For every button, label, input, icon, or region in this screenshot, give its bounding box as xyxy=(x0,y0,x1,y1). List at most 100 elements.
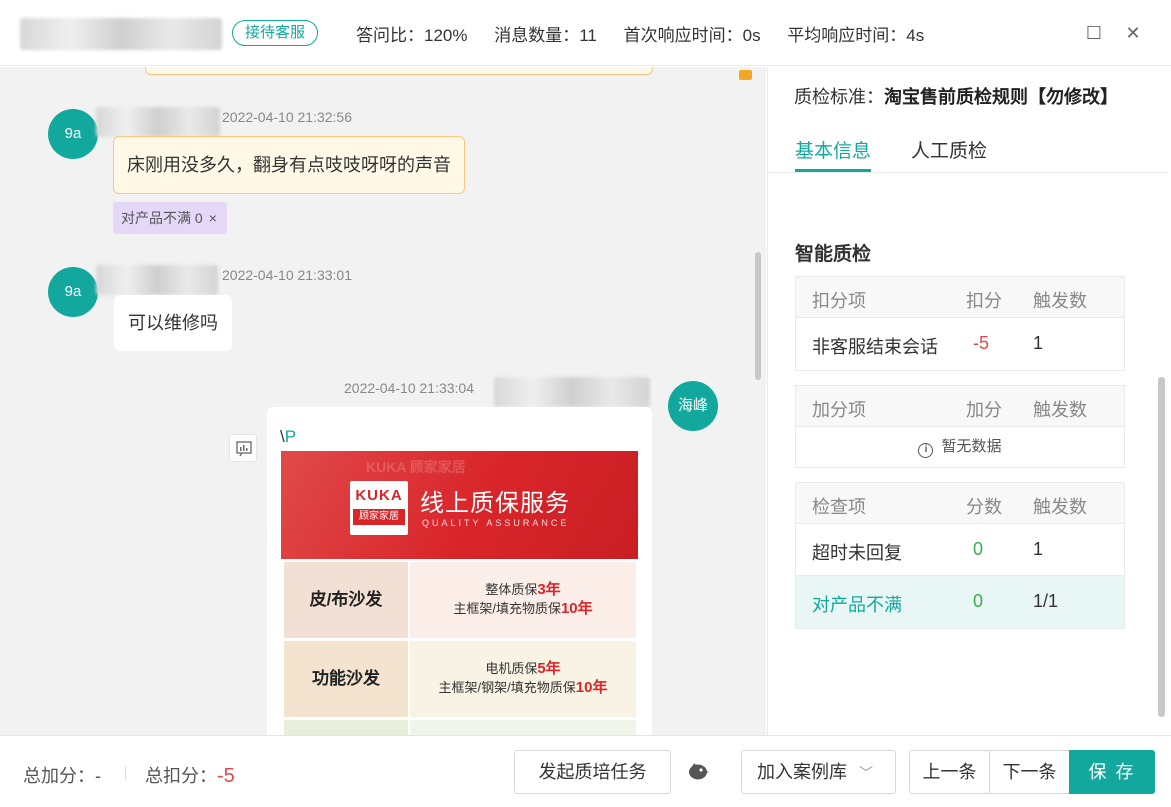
standard-value: 淘宝售前质检规则【勿修改】 xyxy=(884,87,1118,107)
total-add-label: 总加分： xyxy=(23,766,95,786)
promo-line2-prefix: 主框架/钢架/填充物质保 xyxy=(438,680,576,695)
promo-row: 皮/布沙发 整体质保3年 主框架/填充物质保10年 xyxy=(281,562,638,640)
item-score: -5 xyxy=(973,333,990,353)
header-cell: 扣分 xyxy=(966,291,1002,311)
save-button[interactable]: 保 存 xyxy=(1069,750,1155,794)
promo-title: 线上质保服务 xyxy=(420,490,570,517)
promo-description-partial xyxy=(410,720,636,735)
customer-nickname-redacted xyxy=(96,265,218,295)
message-timestamp: 2022-04-10 21:33:01 xyxy=(222,267,352,283)
session-stats: 答问比：120% 消息数量：11 首次响应时间：0s 平均响应时间：4s xyxy=(356,21,946,46)
message-timestamp: 2022-04-10 21:33:04 xyxy=(344,380,474,396)
item-trigger-count: 1 xyxy=(1033,333,1044,353)
customer-message-bubble: 床刚用没多久，翻身有点吱吱呀呀的声音 xyxy=(113,136,465,194)
promo-line1-prefix: 电机质保 xyxy=(485,661,538,676)
customer-nickname-redacted xyxy=(96,107,220,137)
agent-avatar: 海峰 xyxy=(668,381,718,431)
promo-line2-prefix: 主框架/填充物质保 xyxy=(453,601,561,616)
table-row[interactable]: 非客服结束会话 -5 1 xyxy=(796,318,1124,370)
chat-area[interactable]: 9a 2022-04-10 21:32:56 床刚用没多久，翻身有点吱吱呀呀的声… xyxy=(0,67,766,735)
bird-icon[interactable] xyxy=(687,761,709,781)
logo-top-text: KUKA xyxy=(355,487,403,504)
item-name: 非客服结束会话 xyxy=(812,337,938,357)
promo-line1-value: 3年 xyxy=(537,581,561,598)
message-timestamp: 2022-04-10 21:32:56 xyxy=(222,109,352,125)
promo-line1-value: 5年 xyxy=(537,660,561,677)
standard-label: 质检标准： xyxy=(794,87,884,107)
promo-category-partial xyxy=(284,720,408,735)
promo-row: 功能沙发 电机质保5年 主框架/钢架/填充物质保10年 xyxy=(281,641,638,719)
agent-message-text: \P xyxy=(280,427,296,447)
header-cell: 检查项 xyxy=(812,497,866,517)
stat-answer-ratio: 答问比：120% xyxy=(356,26,468,45)
promo-description: 整体质保3年 主框架/填充物质保10年 xyxy=(410,562,636,638)
table-header: 加分项 加分 触发数 xyxy=(796,386,1124,427)
status-badge: 接待客服 xyxy=(232,20,319,46)
footer-divider xyxy=(125,766,126,780)
tab-manual-inspection[interactable]: 人工质检 xyxy=(911,136,987,163)
item-name: 超时未回复 xyxy=(812,543,902,563)
agent-nickname-redacted xyxy=(494,377,650,407)
customer-avatar: 9a xyxy=(48,109,98,159)
close-icon[interactable]: ✕ xyxy=(1122,22,1144,44)
tab-basic-info[interactable]: 基本信息 xyxy=(795,136,871,163)
total-deduct-label: 总扣分： xyxy=(145,766,217,786)
item-trigger-count: 1/1 xyxy=(1033,591,1059,611)
header-cell: 扣分项 xyxy=(812,291,866,311)
quality-standard: 质检标准：淘宝售前质检规则【勿修改】 xyxy=(794,83,1118,109)
total-deduct: 总扣分：-5 xyxy=(145,762,235,788)
header-cell: 触发数 xyxy=(1033,400,1087,420)
message-p: P xyxy=(284,427,297,446)
message-stats-icon[interactable] xyxy=(229,434,257,462)
promo-category: 功能沙发 xyxy=(284,641,408,717)
quality-panel: 质检标准：淘宝售前质检规则【勿修改】 基本信息 人工质检 智能质检 扣分项 扣分… xyxy=(767,67,1171,735)
table-row-selected[interactable]: 对产品不满 0 1/1 xyxy=(796,576,1124,628)
header-cell: 分数 xyxy=(966,497,1002,517)
header-cell: 触发数 xyxy=(1033,291,1087,311)
active-tab-indicator xyxy=(795,169,871,172)
warranty-promo-image[interactable]: KUKA 顾家家居 KUKA 顾家家居 线上质保服务 QUALITY ASSUR… xyxy=(281,451,638,735)
empty-state: i 暂无数据 xyxy=(796,427,1124,467)
promo-banner: KUKA 顾家家居 KUKA 顾家家居 线上质保服务 QUALITY ASSUR… xyxy=(281,451,638,559)
quality-tag: 对产品不满 0 × xyxy=(113,202,227,234)
table-header: 扣分项 扣分 触发数 xyxy=(796,277,1124,318)
kuka-logo: KUKA 顾家家居 xyxy=(350,481,408,535)
customer-avatar: 9a xyxy=(48,267,98,317)
table-header: 检查项 分数 触发数 xyxy=(796,483,1124,524)
logo-bottom-text: 顾家家居 xyxy=(353,509,405,525)
promo-category: 皮/布沙发 xyxy=(284,562,408,638)
total-add-value: - xyxy=(95,766,101,786)
stat-message-count: 消息数量：11 xyxy=(494,26,597,45)
next-button[interactable]: 下一条 xyxy=(989,750,1070,794)
info-icon: i xyxy=(918,443,934,458)
item-name: 对产品不满 xyxy=(812,595,902,615)
quality-tag-label: 对产品不满 0 xyxy=(121,210,203,226)
promo-line2-value: 10年 xyxy=(560,600,593,617)
table-row[interactable]: 超时未回复 0 1 xyxy=(796,524,1124,576)
message-marker-icon[interactable] xyxy=(739,70,752,80)
case-library-label: 加入案例库 xyxy=(757,762,847,782)
total-add: 总加分：- xyxy=(23,762,101,788)
promo-row xyxy=(281,720,638,735)
section-title: 智能质检 xyxy=(795,244,872,265)
start-training-button[interactable]: 发起质培任务 xyxy=(514,750,671,794)
promo-description: 电机质保5年 主框架/钢架/填充物质保10年 xyxy=(410,641,636,717)
stat-first-response: 首次响应时间：0s xyxy=(623,26,761,45)
add-to-case-library-select[interactable]: 加入案例库 ﹀ xyxy=(741,750,896,794)
header-cell: 触发数 xyxy=(1033,497,1087,517)
header-cell: 加分项 xyxy=(812,400,866,420)
promo-ghost-text: KUKA 顾家家居 xyxy=(366,459,466,475)
previous-button[interactable]: 上一条 xyxy=(909,750,990,794)
window-header: 接待客服 答问比：120% 消息数量：11 首次响应时间：0s 平均响应时间：4… xyxy=(0,0,1171,66)
panel-scrollbar[interactable] xyxy=(1158,377,1165,717)
maximize-icon[interactable]: ☐ xyxy=(1083,22,1105,44)
chat-scrollbar[interactable] xyxy=(755,252,761,380)
previous-message-bubble xyxy=(145,67,653,75)
promo-line2-value: 10年 xyxy=(575,679,608,696)
item-score: 0 xyxy=(973,539,984,559)
tag-close-icon[interactable]: × xyxy=(209,210,217,226)
total-deduct-value: -5 xyxy=(217,765,235,787)
chevron-down-icon: ﹀ xyxy=(859,765,873,781)
empty-text: 暂无数据 xyxy=(941,438,1002,455)
deduct-table: 扣分项 扣分 触发数 非客服结束会话 -5 1 xyxy=(795,276,1125,371)
